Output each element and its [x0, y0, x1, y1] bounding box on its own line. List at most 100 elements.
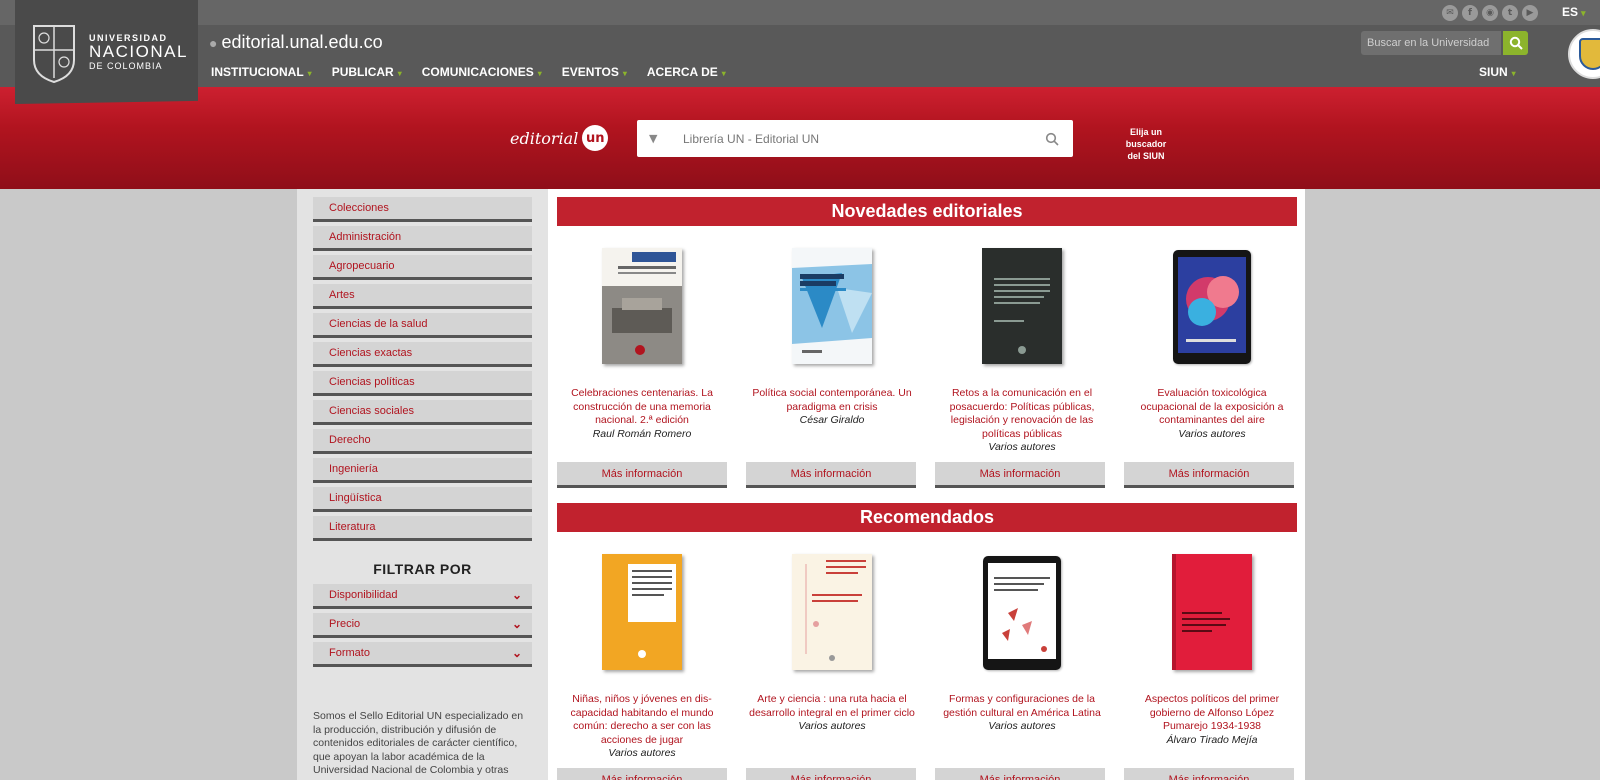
editorial-search-text[interactable]: Librería UN - Editorial UN	[683, 132, 1045, 146]
siun-label: SIUN	[1479, 65, 1508, 79]
book-grid-recomendados: Niñas, niños y jóvenes en dis-capacidad …	[557, 540, 1297, 761]
category-item[interactable]: Ingeniería	[313, 458, 532, 483]
book-card: Niñas, niños y jóvenes en dis-capacidad …	[557, 540, 727, 761]
search-icon[interactable]	[1045, 132, 1059, 146]
un-badge: un	[582, 125, 609, 151]
nav-label: PUBLICAR	[331, 65, 394, 79]
book-title[interactable]: Política social contemporánea. Un paradi…	[747, 387, 917, 414]
nav-institucional[interactable]: INSTITUCIONAL ▾	[211, 65, 312, 79]
book-title[interactable]: Evaluación toxicológica ocupacional de l…	[1127, 387, 1297, 428]
book-cover[interactable]	[982, 244, 1062, 364]
book-author: César Giraldo	[799, 414, 865, 426]
editorial-search-box[interactable]: ▼ Librería UN - Editorial UN	[637, 120, 1073, 157]
filter-label: Formato	[329, 647, 370, 659]
category-item[interactable]: Derecho	[313, 429, 532, 454]
book-card: Aspectos políticos del primer gobierno d…	[1127, 540, 1297, 761]
site-url-text: editorial.unal.edu.co	[221, 32, 383, 52]
section-title-novedades: Novedades editoriales	[557, 197, 1297, 226]
chevron-down-icon: ⌄	[511, 588, 522, 602]
book-cover-image	[792, 248, 872, 364]
more-info-button[interactable]: Más información	[935, 462, 1105, 488]
university-logo[interactable]: UNIVERSIDAD NACIONAL DE COLOMBIA	[15, 0, 198, 104]
book-author: Varios autores	[608, 747, 676, 759]
more-info-button[interactable]: Más información	[1124, 462, 1294, 488]
book-card: Arte y ciencia : una ruta hacia el desar…	[747, 540, 917, 761]
book-title[interactable]: Formas y configuraciones de la gestión c…	[937, 693, 1107, 720]
coat-of-arms-icon	[1579, 38, 1600, 70]
book-cover[interactable]	[1173, 244, 1251, 364]
category-item[interactable]: Literatura	[313, 516, 532, 541]
language-selector[interactable]: ES ▾	[1562, 5, 1586, 19]
editorial-word: editorial	[510, 128, 579, 148]
book-cover-image	[602, 554, 682, 670]
twitter-icon[interactable]: t	[1502, 5, 1518, 21]
search-scope-dropdown-icon[interactable]: ▼	[649, 132, 671, 145]
category-item[interactable]: Artes	[313, 284, 532, 309]
chevron-down-icon: ⌄	[511, 617, 522, 631]
category-item[interactable]: Administración	[313, 226, 532, 251]
youtube-icon[interactable]: ▶	[1522, 5, 1538, 21]
editorial-un-logo[interactable]: editorial un	[510, 125, 609, 151]
book-title[interactable]: Retos a la comunicación en el posacuerdo…	[937, 387, 1107, 441]
nav-label: ACERCA DE	[646, 65, 718, 79]
more-info-button[interactable]: Más información	[557, 462, 727, 488]
chevron-down-icon: ▾	[307, 69, 312, 78]
more-info-button[interactable]: Más información	[746, 462, 916, 488]
language-label: ES	[1562, 5, 1579, 19]
category-item[interactable]: Ciencias políticas	[313, 371, 532, 396]
book-cover-image	[1172, 554, 1252, 670]
more-info-button[interactable]: Más información	[746, 768, 916, 780]
book-grid-novedades: Celebraciones centenarias. La construcci…	[557, 234, 1297, 455]
email-icon[interactable]: ✉	[1442, 5, 1458, 21]
nav-acerca-de[interactable]: ACERCA DE ▾	[647, 65, 726, 79]
facebook-icon[interactable]: f	[1462, 5, 1478, 21]
nav-eventos[interactable]: EVENTOS ▾	[562, 65, 627, 79]
book-title[interactable]: Niñas, niños y jóvenes en dis-capacidad …	[557, 693, 727, 747]
more-info-button[interactable]: Más información	[935, 768, 1105, 780]
book-title[interactable]: Aspectos políticos del primer gobierno d…	[1127, 693, 1297, 734]
book-cover[interactable]	[792, 244, 872, 364]
filter-format[interactable]: Formato ⌄	[313, 642, 532, 667]
book-cover[interactable]	[1172, 550, 1252, 670]
location-pin-icon: ●	[209, 34, 218, 51]
chevron-down-icon: ▾	[397, 69, 402, 78]
main-content: Novedades editoriales Celebraciones cent…	[548, 189, 1305, 780]
nav-comunicaciones[interactable]: COMUNICACIONES ▾	[422, 65, 542, 79]
more-info-button[interactable]: Más información	[1124, 768, 1294, 780]
social-links: ✉ f ◉ t ▶	[1442, 5, 1538, 21]
category-item[interactable]: Ciencias exactas	[313, 342, 532, 367]
book-card: Celebraciones centenarias. La construcci…	[557, 234, 727, 455]
university-search-button[interactable]	[1503, 31, 1528, 55]
site-url[interactable]: ● editorial.unal.edu.co	[209, 32, 383, 53]
nav-label: EVENTOS	[561, 65, 619, 79]
nav-siun[interactable]: SIUN ▾	[1479, 65, 1516, 79]
book-cover[interactable]	[602, 550, 682, 670]
filter-label: Precio	[329, 618, 361, 630]
book-card: Política social contemporánea. Un paradi…	[747, 234, 917, 455]
more-info-button[interactable]: Más información	[557, 768, 727, 780]
book-cover[interactable]	[602, 244, 682, 364]
nav-publicar[interactable]: PUBLICAR ▾	[332, 65, 402, 79]
category-item[interactable]: Agropecuario	[313, 255, 532, 280]
about-text: Somos el Sello Editorial UN especializad…	[313, 710, 524, 776]
main-nav: INSTITUCIONAL ▾ PUBLICAR ▾ COMUNICACIONES ▾…	[211, 65, 746, 79]
university-search-input[interactable]	[1361, 31, 1501, 55]
category-item[interactable]: Colecciones	[313, 197, 532, 222]
rss-icon[interactable]: ◉	[1482, 5, 1498, 21]
book-cover-image	[602, 248, 682, 364]
book-card: Formas y configuraciones de la gestión c…	[937, 540, 1107, 761]
book-cover[interactable]	[983, 550, 1061, 670]
category-item[interactable]: Ciencias de la salud	[313, 313, 532, 338]
chevron-down-icon: ▾	[1511, 69, 1516, 78]
nav-label: INSTITUCIONAL	[211, 65, 304, 79]
category-item[interactable]: Lingüística	[313, 487, 532, 512]
filter-heading: FILTRAR POR	[373, 561, 472, 577]
choose-search-engine-link[interactable]: Elija un buscador del SIUN	[1111, 126, 1181, 162]
book-cover[interactable]	[792, 550, 872, 670]
category-item[interactable]: Ciencias sociales	[313, 400, 532, 425]
filter-availability[interactable]: Disponibilidad ⌄	[313, 584, 532, 609]
book-title[interactable]: Arte y ciencia : una ruta hacia el desar…	[747, 693, 917, 720]
book-title[interactable]: Celebraciones centenarias. La construcci…	[557, 387, 727, 428]
filter-price[interactable]: Precio ⌄	[313, 613, 532, 638]
filter-list: Disponibilidad ⌄ Precio ⌄ Formato ⌄	[313, 584, 532, 671]
